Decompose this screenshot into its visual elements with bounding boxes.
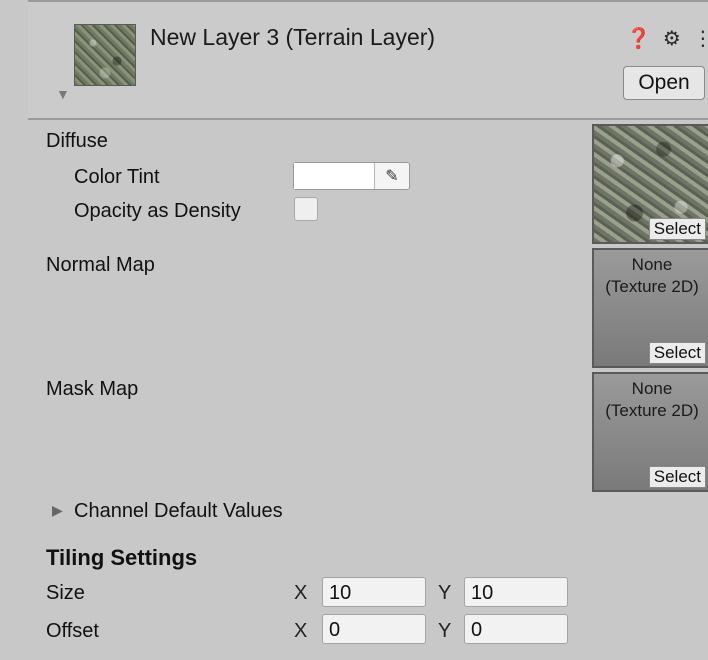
- normal-map-type-text: (Texture 2D): [605, 277, 699, 296]
- layer-thumbnail: [74, 24, 136, 86]
- size-x-label: X: [294, 582, 308, 604]
- mask-map-select-button[interactable]: Select: [648, 466, 706, 488]
- normal-map-label: Normal Map: [46, 254, 155, 276]
- diffuse-texture-slot[interactable]: Select: [592, 124, 708, 244]
- opacity-as-density-label: Opacity as Density: [74, 200, 241, 222]
- layer-title: New Layer 3 (Terrain Layer): [150, 24, 436, 50]
- more-menu-icon[interactable]: ⋮: [693, 26, 708, 51]
- diffuse-label: Diffuse: [46, 130, 108, 152]
- tiling-settings-heading: Tiling Settings: [46, 545, 198, 570]
- open-button[interactable]: Open: [623, 66, 705, 100]
- header-foldout-arrow-icon[interactable]: ▼: [56, 86, 70, 102]
- normal-map-select-button[interactable]: Select: [648, 342, 706, 364]
- normal-map-texture-slot[interactable]: None (Texture 2D) Select: [592, 248, 708, 368]
- offset-x-label: X: [294, 620, 308, 642]
- color-tint-label: Color Tint: [74, 166, 160, 188]
- offset-x-input[interactable]: 0: [322, 614, 426, 644]
- offset-y-input[interactable]: 0: [464, 614, 568, 644]
- size-label: Size: [46, 582, 85, 604]
- help-icon[interactable]: ❓: [626, 26, 651, 51]
- mask-map-label: Mask Map: [46, 378, 139, 400]
- normal-map-none-text: None: [631, 255, 673, 274]
- mask-map-texture-slot[interactable]: None (Texture 2D) Select: [592, 372, 708, 492]
- mask-map-none-text: None: [631, 379, 673, 398]
- size-y-label: Y: [438, 582, 452, 604]
- settings-sliders-icon[interactable]: ⚙: [663, 26, 681, 51]
- size-x-input[interactable]: 10: [322, 577, 426, 607]
- color-tint-field[interactable]: ✎: [293, 162, 410, 190]
- header-icons: ❓ ⚙ ⋮: [626, 26, 708, 51]
- mask-map-type-text: (Texture 2D): [605, 401, 699, 420]
- size-y-input[interactable]: 10: [464, 577, 568, 607]
- opacity-as-density-checkbox[interactable]: [294, 197, 318, 221]
- normal-map-texture-text: None (Texture 2D): [594, 254, 708, 298]
- offset-y-label: Y: [438, 620, 452, 642]
- channel-defaults-arrow-icon[interactable]: ▶: [52, 502, 63, 519]
- color-swatch[interactable]: [294, 163, 375, 189]
- channel-defaults-foldout[interactable]: Channel Default Values: [74, 500, 283, 523]
- diffuse-select-button[interactable]: Select: [648, 218, 706, 240]
- offset-label: Offset: [46, 620, 99, 642]
- mask-map-texture-text: None (Texture 2D): [594, 378, 708, 422]
- eyedropper-icon[interactable]: ✎: [375, 163, 409, 189]
